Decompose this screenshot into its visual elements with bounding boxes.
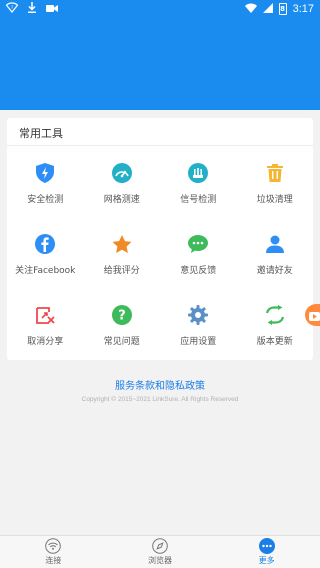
tool-cancel-share[interactable]: 取消分享 — [7, 288, 84, 359]
terms-privacy-link[interactable]: 服务条款和隐私政策 — [0, 377, 320, 392]
person-icon — [264, 233, 286, 255]
tool-label: 安全检测 — [27, 195, 64, 205]
tool-version-update[interactable]: 版本更新 — [237, 288, 314, 359]
tools-card: 常用工具 安全检测 网格测速 信号检测 垃圾清理 关注Facebook 给我评分… — [7, 118, 313, 360]
tool-rate-us[interactable]: 给我评分 — [84, 217, 161, 288]
chat-bubble-icon — [187, 233, 209, 255]
cell-signal-icon — [262, 2, 273, 16]
header-banner — [0, 18, 320, 110]
tool-speed-test[interactable]: 网格测速 — [84, 146, 161, 217]
tool-label: 取消分享 — [27, 337, 64, 347]
wifi-icon — [244, 3, 257, 16]
tool-signal-check[interactable]: 信号检测 — [160, 146, 237, 217]
tool-feedback[interactable]: 意见反馈 — [160, 217, 237, 288]
video-play-icon — [309, 306, 320, 325]
nav-tab-more[interactable]: 更多 — [213, 536, 320, 568]
tool-label: 信号检测 — [180, 195, 217, 205]
copyright-text: Copyright © 2015~2021 LinkSure. All Righ… — [81, 396, 239, 403]
battery-icon: 8 — [278, 3, 287, 15]
nav-tab-connect[interactable]: 连接 — [0, 536, 107, 568]
speedometer-icon — [111, 162, 133, 184]
tool-label: 常见问题 — [103, 337, 140, 347]
tool-junk-clean[interactable]: 垃圾清理 — [237, 146, 314, 217]
tool-security-check[interactable]: 安全检测 — [7, 146, 84, 217]
tool-follow-facebook[interactable]: 关注Facebook — [7, 217, 84, 288]
status-bar: ? 8 3:17 — [0, 0, 320, 18]
tool-label: 版本更新 — [256, 337, 293, 347]
cancel-share-icon — [34, 304, 56, 326]
signal-meter-icon — [187, 162, 209, 184]
tool-label: 关注Facebook — [15, 266, 76, 276]
question-icon: ? — [111, 304, 133, 326]
nav-label: 更多 — [258, 556, 275, 565]
tools-card-title: 常用工具 — [19, 127, 63, 140]
compass-icon — [152, 538, 168, 554]
tool-label: 邀请好友 — [256, 266, 293, 276]
tool-app-settings[interactable]: 应用设置 — [160, 288, 237, 359]
bottom-nav: 连接 浏览器 更多 — [0, 535, 320, 568]
tool-faq[interactable]: ? 常见问题 — [84, 288, 161, 359]
download-icon — [27, 2, 37, 16]
video-icon — [46, 3, 58, 16]
nav-label: 浏览器 — [148, 556, 172, 565]
tool-label: 垃圾清理 — [256, 195, 293, 205]
trash-icon — [264, 162, 286, 184]
status-time: 3:17 — [292, 3, 314, 15]
floating-video-button[interactable] — [305, 304, 320, 326]
nav-label: 连接 — [45, 556, 62, 565]
battery-level: 8 — [280, 5, 286, 13]
tool-label: 网格测速 — [103, 195, 140, 205]
svg-text:?: ? — [118, 309, 126, 324]
wifi-signal-icon: ? — [5, 2, 19, 16]
tools-grid: 安全检测 网格测速 信号检测 垃圾清理 关注Facebook 给我评分 意见反馈… — [7, 146, 313, 359]
tool-invite-friends[interactable]: 邀请好友 — [237, 217, 314, 288]
wifi-icon — [45, 538, 62, 554]
tool-label: 意见反馈 — [180, 266, 217, 276]
star-icon — [111, 233, 133, 255]
shield-lightning-icon — [34, 162, 56, 184]
gear-icon — [187, 304, 209, 326]
refresh-arrows-icon — [264, 304, 286, 326]
facebook-icon — [34, 233, 56, 255]
svg-text:?: ? — [11, 5, 13, 10]
more-dots-icon — [258, 538, 275, 554]
tool-label: 给我评分 — [103, 266, 140, 276]
nav-tab-browser[interactable]: 浏览器 — [107, 536, 214, 568]
tool-label: 应用设置 — [180, 337, 217, 347]
